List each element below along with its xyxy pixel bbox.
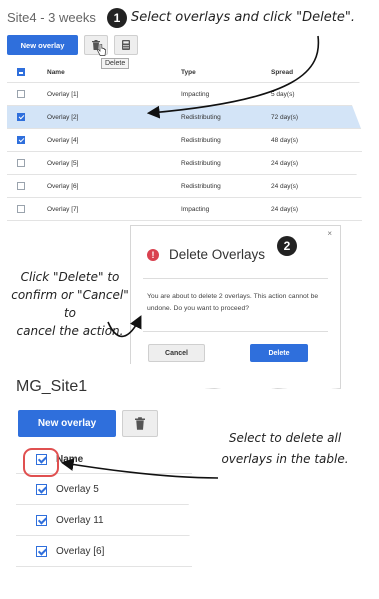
arrow-to-select-all	[60, 458, 219, 479]
arrow-to-selected-rows	[146, 35, 320, 119]
arrow-to-dialog	[107, 315, 142, 337]
annotation-arrows	[60, 35, 320, 479]
